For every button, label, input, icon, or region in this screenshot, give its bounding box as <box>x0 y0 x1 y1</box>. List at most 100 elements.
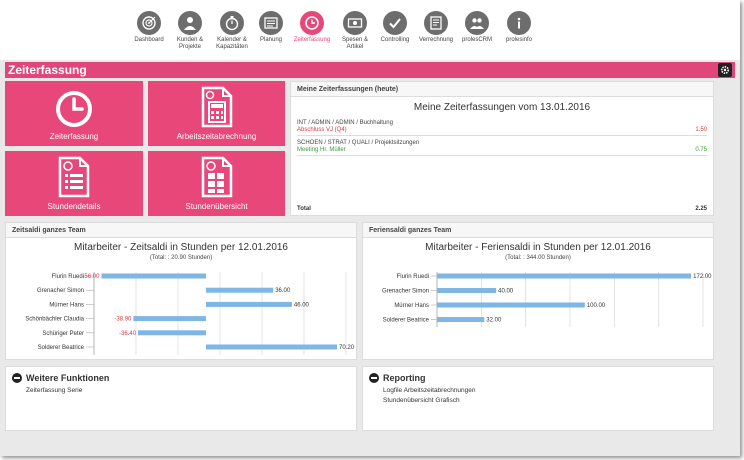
entry-path: INT / ADMIN / ADMIN / Buchhaltung <box>297 120 393 126</box>
link-zeiterfassung-serie[interactable]: Zeiterfassung Serie <box>26 387 82 394</box>
section-header[interactable]: Reporting <box>369 373 426 383</box>
category-label: Solderer Beatrice <box>38 345 85 351</box>
grid-document-icon <box>201 156 232 198</box>
nav-planung[interactable]: Planung <box>249 11 293 44</box>
nav-controlling[interactable]: Controlling <box>373 11 417 44</box>
divider <box>297 135 707 136</box>
divider <box>297 155 707 156</box>
nav-prolesinfo[interactable]: prolesinfo <box>497 11 541 44</box>
nav-dashboard[interactable]: Dashboard <box>127 11 171 44</box>
nav-zeiterfassung[interactable]: Zeiterfassung <box>290 11 334 44</box>
total-label: Total <box>297 206 311 212</box>
nav-prolescrm[interactable]: prolesCRM <box>455 11 499 44</box>
zeitsaldi-chart: Flurin Ruedi-56.00 Grenacher Simon 36.00 Mü… <box>25 272 355 355</box>
section-title: Weitere Funktionen <box>26 373 110 383</box>
data-label: 100.00 <box>587 303 606 309</box>
tile-stundendetails[interactable]: Stundendetails <box>5 151 143 216</box>
today-heading: Meine Zeiterfassungen vom 13.01.2016 <box>413 102 591 113</box>
link-stundenuebersicht-grafisch[interactable]: Stundenübersicht Grafisch <box>383 397 460 404</box>
category-label: Solderer Beatrice <box>383 318 430 324</box>
tile-label: Stundendetails <box>47 202 101 211</box>
collapse-icon[interactable] <box>369 373 379 383</box>
nav-label: Zeiterfassung <box>293 37 331 43</box>
data-label: 70.20 <box>339 345 355 351</box>
data-label: 32.00 <box>486 318 502 324</box>
gear-icon[interactable] <box>718 63 732 77</box>
bar <box>437 273 692 279</box>
data-label: -38.90 <box>114 317 132 323</box>
tile-zeiterfassung[interactable]: Zeiterfassung <box>5 81 143 146</box>
today-panel: Meine Zeiterfassungen (heute) Meine Zeit… <box>290 81 714 216</box>
bar <box>437 288 497 293</box>
checkmark-icon <box>383 11 407 35</box>
money-icon <box>343 11 367 35</box>
nav-verrechnung[interactable]: Verrechnung <box>414 11 458 44</box>
person-icon <box>178 11 202 35</box>
nav-label: prolesCRM <box>461 37 492 43</box>
feriensaldi-panel: Feriensaldi ganzes Team Mitarbeiter - Fe… <box>362 222 714 360</box>
entry-detail[interactable]: Meeting Hr. Müller <box>297 147 346 153</box>
bar <box>437 302 585 308</box>
nav-label: Dashboard <box>134 37 164 43</box>
nav-label: prolesinfo <box>505 37 532 43</box>
entry-detail[interactable]: Abschluss VJ (Q4) <box>297 127 347 133</box>
invoice-icon <box>424 11 448 35</box>
stopwatch-icon <box>220 11 244 35</box>
data-label: -56.00 <box>82 274 100 280</box>
data-label: -36.40 <box>119 331 137 337</box>
bar <box>138 330 206 336</box>
nav-kalender[interactable]: Kalender & Kapazitäten <box>210 11 254 51</box>
bar <box>133 316 206 322</box>
info-icon <box>507 11 531 35</box>
tile-stundenuebersicht[interactable]: Stundenübersicht <box>148 151 285 216</box>
data-label: 40.00 <box>498 289 514 295</box>
tile-arbeitszeitabrechnung[interactable]: Arbeitszeitabrechnung <box>148 81 285 146</box>
target-icon <box>137 11 161 35</box>
reporting-panel: Reporting Logfile Arbeitszeitabrechnunge… <box>362 366 714 431</box>
bar <box>437 317 485 322</box>
app-window: Dashboard Kunden & Projekte Kalender & Kap… <box>0 0 740 456</box>
nav-label: Verrechnung <box>418 37 454 43</box>
planning-board-icon <box>259 11 283 35</box>
data-label: 172.00 <box>693 274 712 280</box>
data-label: 46.00 <box>294 302 310 308</box>
category-label: Flurin Ruedi <box>397 274 429 280</box>
page-title: Zeiterfassung <box>8 63 87 77</box>
clock-icon <box>300 11 324 35</box>
tile-label: Zeiterfassung <box>49 132 99 141</box>
bar <box>101 273 206 279</box>
nav-label: Planung <box>259 37 283 43</box>
collapse-icon[interactable] <box>12 373 22 383</box>
nav-kunden[interactable]: Kunden & Projekte <box>168 11 212 51</box>
feriensaldi-chart: Flurin Ruedi 172.00 Grenacher Simon 40.00 Mü… <box>382 272 712 327</box>
weitere-funktionen-panel: Weitere Funktionen Zeiterfassung Serie <box>5 366 357 431</box>
calculator-document-icon <box>201 86 232 128</box>
bar <box>206 344 338 350</box>
nav-label: Kunden & Projekte <box>176 37 204 50</box>
category-label: Mürner Hans <box>49 302 84 308</box>
group-icon <box>465 11 489 35</box>
top-navigation: Dashboard Kunden & Projekte Kalender & Kap… <box>0 0 740 60</box>
link-logfile-arbeitszeitabrechnungen[interactable]: Logfile Arbeitszeitabrechnungen <box>383 387 476 394</box>
category-label: Flurin Ruedi <box>52 274 84 280</box>
category-label: Mürner Hans <box>394 303 429 309</box>
nav-label: Controlling <box>380 37 410 43</box>
tile-label: Stundenübersicht <box>185 202 248 211</box>
data-label: 36.00 <box>275 288 291 294</box>
nav-label: Kalender & Kapazitäten <box>216 37 248 50</box>
bar <box>206 287 274 293</box>
category-label: Grenacher Simon <box>37 288 84 294</box>
entry-hours: 0.75 <box>695 147 707 153</box>
total-value: 2.25 <box>695 206 707 212</box>
page-title-bar: Zeiterfassung <box>5 62 735 78</box>
bar <box>206 301 292 307</box>
zeitsaldi-panel: Zeitsaldi ganzes Team Mitarbeiter - Zeit… <box>5 222 357 360</box>
entry-hours: 1.50 <box>695 127 707 133</box>
category-label: Schüriger Peter <box>42 331 84 337</box>
clock-icon <box>56 91 92 127</box>
category-label: Schönbächler Claudia <box>25 317 84 323</box>
nav-label: Spesen & Artikel <box>341 37 369 50</box>
section-header[interactable]: Weitere Funktionen <box>12 373 109 383</box>
nav-spesen[interactable]: Spesen & Artikel <box>333 11 377 51</box>
entry-path: SCHOEN / STRAT / QUALI / Projektsitzunge… <box>297 140 420 146</box>
